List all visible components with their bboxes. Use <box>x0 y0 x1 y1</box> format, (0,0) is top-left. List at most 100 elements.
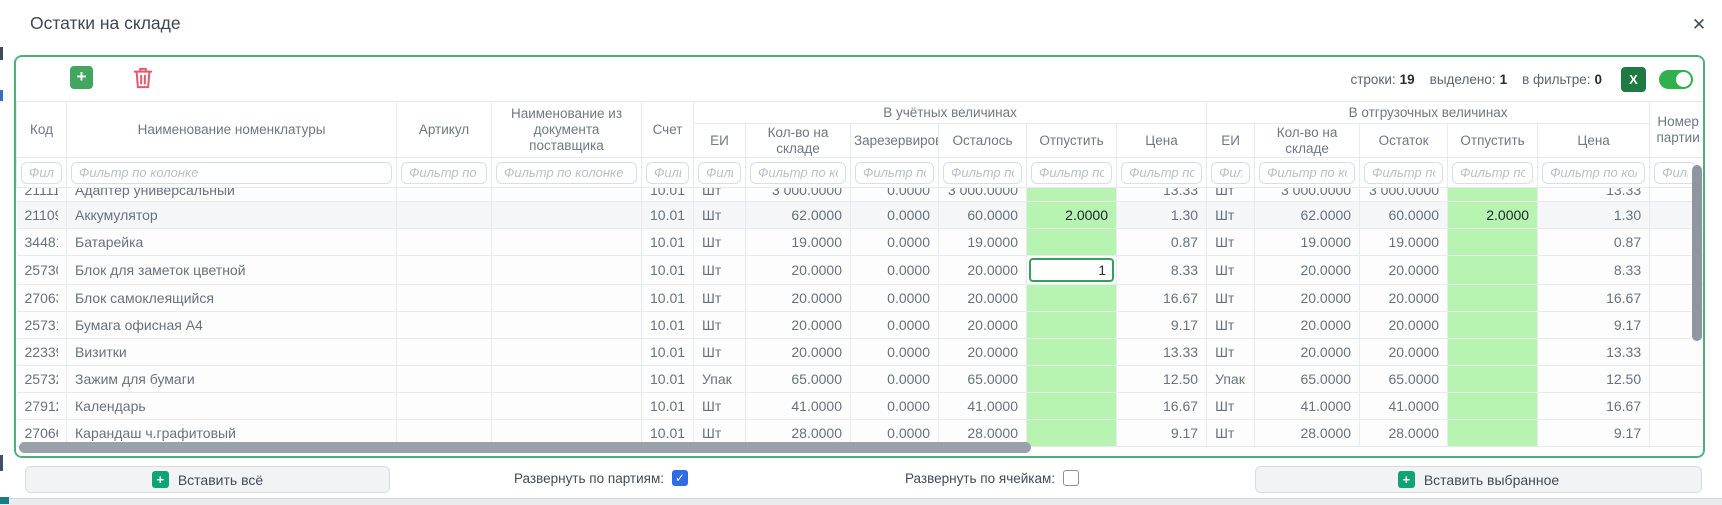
filter-row <box>17 158 1704 188</box>
expand-batches-checkbox[interactable]: ✓ <box>672 470 688 486</box>
release-cell-accounting[interactable] <box>1027 256 1117 285</box>
table-wrap: Код Наименование номенклатуры Артикул На… <box>16 101 1703 456</box>
expand-batches-group: Развернуть по партиям: ✓ <box>514 458 688 498</box>
expand-cells-checkbox[interactable] <box>1063 470 1079 486</box>
toolbar-right: строки:19 выделено:1 в фильтре:0 X <box>1350 57 1693 101</box>
filter-input-name[interactable] <box>71 162 392 184</box>
release-cell-accounting[interactable] <box>1027 393 1117 420</box>
release-cell-shipping[interactable] <box>1448 339 1538 366</box>
column-header-doc-name[interactable]: Наименование из документа поставщика <box>492 102 642 158</box>
filter-input-qty-ship[interactable] <box>1259 162 1355 184</box>
filter-input-batch[interactable] <box>1654 162 1696 184</box>
release-cell-accounting[interactable] <box>1027 420 1117 447</box>
release-cell-shipping[interactable] <box>1448 312 1538 339</box>
footer-bar: + Вставить всё Развернуть по партиям: ✓ … <box>0 458 1722 498</box>
table-row[interactable]: 25732 Зажим для бумаги 10.01 Упак 65.000… <box>17 366 1704 393</box>
column-header-reserved[interactable]: Зарезервировано <box>851 124 939 158</box>
grid-view-toggle[interactable] <box>1659 70 1693 89</box>
release-cell-shipping[interactable] <box>1448 285 1538 312</box>
release-cell-accounting[interactable] <box>1027 229 1117 256</box>
plus-icon: + <box>152 471 169 488</box>
release-cell-accounting[interactable] <box>1027 366 1117 393</box>
insert-selected-button[interactable]: + Вставить выбранное <box>1255 466 1702 493</box>
counters: строки:19 выделено:1 в фильтре:0 <box>1350 72 1602 87</box>
add-row-button[interactable]: + <box>70 66 93 89</box>
page-title: Остатки на складе <box>30 13 181 34</box>
column-header-release-ship[interactable]: Отпустить <box>1448 124 1538 158</box>
column-header-article[interactable]: Артикул <box>397 102 492 158</box>
vertical-scrollbar-thumb[interactable] <box>1692 165 1702 341</box>
table-row[interactable]: 22339 Визитки 10.01 Шт 20.0000 0.0000 20… <box>17 339 1704 366</box>
release-cell-shipping[interactable] <box>1448 420 1538 447</box>
release-cell-accounting[interactable] <box>1027 339 1117 366</box>
expand-batches-label: Развернуть по партиям: <box>514 471 664 486</box>
expand-cells-group: Развернуть по ячейкам: <box>905 458 1079 498</box>
column-header-left-acc[interactable]: Осталось <box>939 124 1027 158</box>
column-header-price-acc[interactable]: Цена <box>1117 124 1207 158</box>
selected-count: выделено:1 <box>1430 72 1507 87</box>
filter-input-release-acc[interactable] <box>1031 162 1112 184</box>
filter-input-doc-name[interactable] <box>496 162 637 184</box>
underlying-page-sliver <box>0 90 3 101</box>
insert-selected-label: Вставить выбранное <box>1424 472 1559 488</box>
release-cell-accounting[interactable] <box>1027 188 1117 202</box>
filter-input-unit-acc[interactable] <box>698 162 741 184</box>
excel-export-button[interactable]: X <box>1621 67 1646 92</box>
insert-all-label: Вставить всё <box>178 472 263 488</box>
filter-input-left-acc[interactable] <box>943 162 1022 184</box>
column-header-name[interactable]: Наименование номенклатуры <box>67 102 397 158</box>
release-cell-shipping[interactable] <box>1448 393 1538 420</box>
toggle-knob <box>1676 72 1691 87</box>
underlying-page-accent <box>0 497 9 504</box>
table-row[interactable]: 27063 Блок самоклеящийся 10.01 Шт 20.000… <box>17 285 1704 312</box>
release-cell-shipping[interactable] <box>1448 188 1538 202</box>
column-header-qty-acc[interactable]: Кол-во на складе <box>746 124 851 158</box>
column-header-unit-acc[interactable]: ЕИ <box>694 124 746 158</box>
expand-cells-label: Развернуть по ячейкам: <box>905 471 1055 486</box>
filter-input-left-ship[interactable] <box>1364 162 1443 184</box>
group-header-row: Код Наименование номенклатуры Артикул На… <box>17 102 1704 124</box>
column-header-unit-ship[interactable]: ЕИ <box>1207 124 1255 158</box>
release-cell-accounting[interactable] <box>1027 312 1117 339</box>
filter-input-account[interactable] <box>646 162 689 184</box>
stock-table: Код Наименование номенклатуры Артикул На… <box>16 101 1703 447</box>
filter-input-code[interactable] <box>21 162 62 184</box>
release-cell-shipping[interactable] <box>1448 256 1538 285</box>
filter-input-qty-acc[interactable] <box>750 162 846 184</box>
filter-input-release-ship[interactable] <box>1452 162 1533 184</box>
group-header-accounting: В учётных величинах <box>694 102 1207 124</box>
table-row[interactable]: 27912 Календарь 10.01 Шт 41.0000 0.0000 … <box>17 393 1704 420</box>
filtered-count: в фильтре:0 <box>1522 72 1602 87</box>
horizontal-scrollbar-thumb[interactable] <box>19 442 1031 453</box>
table-row[interactable]: 21109 Аккумулятор 10.01 Шт 62.0000 0.000… <box>17 202 1704 229</box>
table-row[interactable]: 25730 Блок для заметок цветной 10.01 Шт … <box>17 256 1704 285</box>
table-body: 21111 Адаптер универсальный 10.01 Шт 3 0… <box>17 188 1704 447</box>
column-header-code[interactable]: Код <box>17 102 67 158</box>
column-header-left-ship[interactable]: Остаток <box>1360 124 1448 158</box>
column-header-batch[interactable]: Номер партии <box>1650 102 1703 158</box>
release-cell-accounting[interactable] <box>1027 285 1117 312</box>
release-qty-input[interactable] <box>1029 258 1114 282</box>
close-icon[interactable]: ✕ <box>1686 12 1712 38</box>
column-header-account[interactable]: Счет <box>642 102 694 158</box>
insert-all-button[interactable]: + Вставить всё <box>25 466 390 493</box>
table-row[interactable]: 25731 Бумага офисная А4 10.01 Шт 20.0000… <box>17 312 1704 339</box>
filter-input-article[interactable] <box>401 162 487 184</box>
release-cell-shipping[interactable] <box>1448 366 1538 393</box>
filter-input-unit-ship[interactable] <box>1211 162 1250 184</box>
group-header-shipping: В отгрузочных величинах <box>1207 102 1650 124</box>
table-row[interactable]: 34481 Батарейка 10.01 Шт 19.0000 0.0000 … <box>17 229 1704 256</box>
plus-icon: + <box>1398 471 1415 488</box>
release-cell-shipping[interactable]: 2.0000 <box>1448 202 1538 229</box>
column-header-price-ship[interactable]: Цена <box>1538 124 1650 158</box>
delete-row-button[interactable] <box>132 66 154 90</box>
table-row[interactable]: 21111 Адаптер универсальный 10.01 Шт 3 0… <box>17 188 1704 202</box>
filter-input-reserved[interactable] <box>855 162 934 184</box>
release-cell-shipping[interactable] <box>1448 229 1538 256</box>
filter-input-price-ship[interactable] <box>1542 162 1645 184</box>
filter-input-price-acc[interactable] <box>1121 162 1202 184</box>
table-toolbar: + строки:19 выделено:1 в фильтре:0 X <box>16 57 1703 101</box>
release-cell-accounting[interactable]: 2.0000 <box>1027 202 1117 229</box>
column-header-qty-ship[interactable]: Кол-во на складе <box>1255 124 1360 158</box>
column-header-release-acc[interactable]: Отпустить <box>1027 124 1117 158</box>
